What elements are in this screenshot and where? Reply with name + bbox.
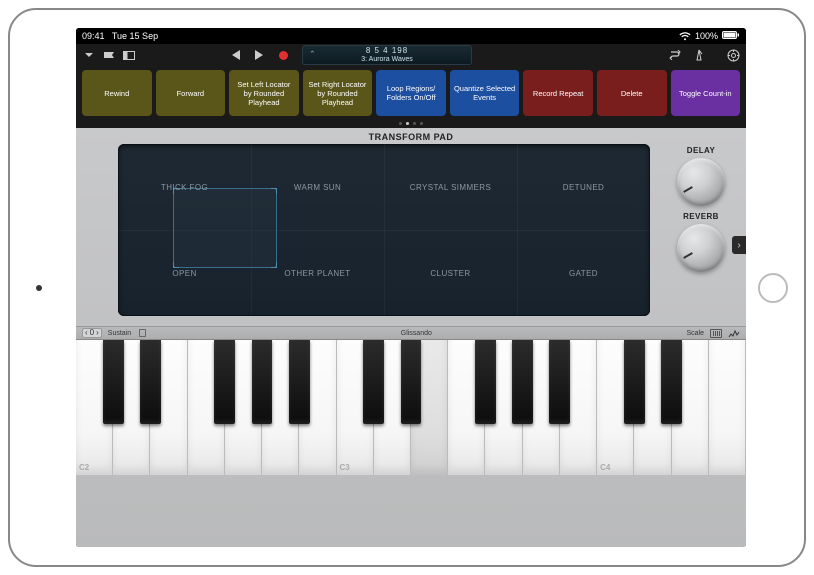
wifi-icon (679, 32, 691, 41)
transform-pad-cell[interactable]: WARM SUN (251, 144, 384, 230)
white-key[interactable] (709, 340, 746, 475)
key-label: C4 (600, 463, 610, 472)
transform-pad[interactable]: THICK FOGWARM SUNCRYSTAL SIMMERSDETUNED O… (118, 144, 650, 316)
cycle-icon[interactable] (668, 48, 682, 62)
key-command-row: RewindForwardSet Left Locator by Rounded… (76, 66, 746, 118)
octave-selector[interactable]: ‹ 0 › (82, 328, 102, 338)
instrument-panel: TRANSFORM PAD THICK FOGWARM SUNCRYSTAL S… (76, 128, 746, 547)
black-key[interactable] (289, 340, 310, 424)
go-to-start-button[interactable] (228, 48, 242, 62)
keyboard-controls-strip: ‹ 0 › Sustain Glissando Scale (76, 326, 746, 339)
delay-label: DELAY (687, 146, 715, 155)
key-command-button[interactable]: Quantize Selected Events (450, 70, 520, 116)
key-command-button[interactable]: Forward (156, 70, 226, 116)
key-label: C2 (79, 463, 89, 472)
key-label: C3 (340, 463, 350, 472)
settings-icon[interactable] (726, 48, 740, 62)
transform-pad-cell[interactable]: GATED (517, 230, 650, 316)
lock-icon[interactable] (139, 329, 146, 337)
transform-pad-cell[interactable]: OPEN (118, 230, 251, 316)
sustain-label[interactable]: Sustain (108, 330, 131, 337)
key-command-button[interactable]: Set Left Locator by Rounded Playhead (229, 70, 299, 116)
home-button[interactable] (758, 273, 788, 303)
app-screen: 09:41 Tue 15 Sep 100% (76, 28, 746, 547)
status-date: Tue 15 Sep (112, 31, 158, 41)
octave-down-icon[interactable]: ‹ (85, 329, 88, 337)
reverb-label: REVERB (683, 212, 719, 221)
key-command-button[interactable]: Record Repeat (523, 70, 593, 116)
metronome-icon[interactable] (692, 48, 706, 62)
key-command-button[interactable]: Set Right Locator by Rounded Playhead (303, 70, 373, 116)
effect-knobs: DELAY REVERB (666, 144, 736, 272)
reverb-knob[interactable] (677, 224, 725, 272)
delay-knob[interactable] (677, 158, 725, 206)
front-camera (36, 285, 42, 291)
black-key[interactable] (475, 340, 496, 424)
key-command-button[interactable]: Loop Regions/ Folders On/Off (376, 70, 446, 116)
transform-pad-cell[interactable]: DETUNED (517, 144, 650, 230)
page-indicator[interactable] (76, 118, 746, 128)
record-button[interactable] (276, 48, 290, 62)
battery-percent: 100% (695, 31, 718, 41)
piano-keyboard[interactable]: C2 C3 C4 (76, 339, 746, 475)
view-menu-icon[interactable] (82, 48, 96, 62)
black-key[interactable] (363, 340, 384, 424)
play-button[interactable] (252, 48, 266, 62)
black-key[interactable] (252, 340, 273, 424)
lcd-display[interactable]: ⌃ 8 5 4 198 3: Aurora Waves (302, 45, 472, 65)
black-key[interactable] (661, 340, 682, 424)
black-key[interactable] (140, 340, 161, 424)
black-key[interactable] (624, 340, 645, 424)
keyboard-layout-icon[interactable] (710, 329, 722, 338)
key-command-button[interactable]: Toggle Count-in (671, 70, 741, 116)
black-key[interactable] (103, 340, 124, 424)
app-toolbar: ⌃ 8 5 4 198 3: Aurora Waves (76, 44, 746, 66)
key-command-button[interactable]: Rewind (82, 70, 152, 116)
status-time: 09:41 (82, 31, 105, 41)
transform-pad-cell[interactable]: CRYSTAL SIMMERS (384, 144, 517, 230)
lcd-track-name: 3: Aurora Waves (361, 56, 413, 64)
glissando-label[interactable]: Glissando (401, 330, 432, 337)
battery-icon (722, 31, 740, 41)
panel-icon[interactable] (122, 48, 136, 62)
transform-pad-cell[interactable]: CLUSTER (384, 230, 517, 316)
black-key[interactable] (512, 340, 533, 424)
octave-up-icon[interactable]: › (96, 329, 99, 337)
ios-status-bar: 09:41 Tue 15 Sep 100% (76, 28, 746, 44)
transform-pad-cell[interactable]: OTHER PLANET (251, 230, 384, 316)
ipad-frame: 09:41 Tue 15 Sep 100% (8, 8, 806, 567)
browser-icon[interactable] (102, 48, 116, 62)
arpeggiator-icon[interactable] (728, 329, 740, 338)
lcd-chevron-icon[interactable]: ⌃ (309, 51, 316, 60)
black-key[interactable] (401, 340, 422, 424)
black-key[interactable] (549, 340, 570, 424)
transform-pad-cell[interactable]: THICK FOG (118, 144, 251, 230)
lcd-position: 8 5 4 198 (366, 47, 408, 56)
transport-controls (228, 48, 290, 62)
transform-pad-title: TRANSFORM PAD (76, 128, 746, 144)
black-key[interactable] (214, 340, 235, 424)
key-command-button[interactable]: Delete (597, 70, 667, 116)
scale-label[interactable]: Scale (686, 330, 704, 337)
octave-value: 0 (90, 329, 94, 337)
expand-panel-button[interactable]: › (732, 236, 746, 254)
